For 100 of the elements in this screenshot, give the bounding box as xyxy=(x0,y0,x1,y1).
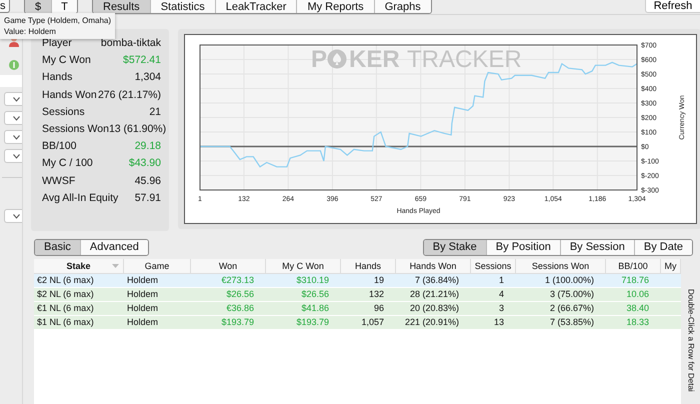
stat-value: 29.18 xyxy=(134,140,161,152)
stat-label: Avg All-In Equity xyxy=(42,192,118,204)
stat-label: BB/100 xyxy=(42,140,76,152)
tab[interactable]: Results xyxy=(93,0,150,13)
dropdown[interactable] xyxy=(4,209,22,223)
column-header[interactable]: Game xyxy=(124,259,191,273)
table-cell-text: €273.13 xyxy=(220,274,255,287)
chevron-icon xyxy=(13,154,20,158)
table-cell-text: €36.86 xyxy=(225,302,255,315)
stat-value: bomba-tiktak xyxy=(100,37,161,49)
table-cell-text: $310.19 xyxy=(295,274,330,287)
grouping-tab[interactable]: By Date xyxy=(634,240,692,255)
table-cell-text: 1 xyxy=(498,274,505,287)
sort-icon xyxy=(112,264,119,268)
table-cell-text: 7 (53.85%) xyxy=(548,316,595,329)
stat-label: Sessions Won xyxy=(42,122,109,135)
dropdown[interactable] xyxy=(4,130,22,144)
stat-label: Hands Won xyxy=(42,88,97,101)
column-header[interactable]: Won xyxy=(191,259,266,273)
stat-value: $43.90 xyxy=(128,157,161,170)
chevron-icon xyxy=(13,116,20,120)
table-row[interactable]: $2 NL (6 max) Holdem $26.56 $26.56 132 28 (21.21%) 4 3 (75.00%) 10.06 xyxy=(34,288,681,301)
tooltip-text: Value: Holdem xyxy=(4,26,57,37)
table-cell-text: $41.86 xyxy=(300,302,330,315)
table-cell-text: 718.76 xyxy=(620,274,650,287)
stat-value: 13 (61.90%) xyxy=(108,122,166,135)
table-cell-text: Holdem xyxy=(126,274,160,287)
view-toggle[interactable]: Basic xyxy=(35,240,80,255)
stat-value: 57.91 xyxy=(134,192,161,204)
stat-label: My C Won xyxy=(42,54,91,66)
tab[interactable]: My Reports xyxy=(296,0,374,13)
stat-value: 276 (21.17%) xyxy=(98,88,161,101)
chevron-icon xyxy=(13,214,20,218)
table-cell-text: 1 (100.00%) xyxy=(544,274,595,287)
table-cell-text: $26.56 xyxy=(300,288,330,301)
table-cell-text: 221 (20.91%) xyxy=(404,316,460,329)
table-cell-text: 3 xyxy=(498,302,505,315)
stat-value: $572.41 xyxy=(123,54,161,66)
toolbar-button[interactable]: s xyxy=(0,0,10,13)
table-cell-text: 19 xyxy=(372,274,385,287)
table-cell-text: Holdem xyxy=(126,288,160,301)
tooltip-text: Game Type (Holdem, Omaha) xyxy=(4,15,112,26)
table-cell-text: 38.40 xyxy=(625,302,650,315)
tab[interactable]: Statistics xyxy=(150,0,215,13)
table-cell-text: 132 xyxy=(368,288,385,301)
table-cell-text: 13 xyxy=(492,316,505,329)
stat-value: 1,304 xyxy=(134,71,161,84)
table-cell-text: 20 (20.83%) xyxy=(408,302,460,315)
dropdown[interactable] xyxy=(4,111,22,125)
dropdown[interactable] xyxy=(4,149,22,163)
stat-value: 21 xyxy=(149,106,161,118)
stat-label: Hands xyxy=(42,71,72,84)
table-row[interactable]: $1 NL (6 max) Holdem $193.79 $193.79 1,057 221 (20.91%) 13 7 (53.85%) 18.33 xyxy=(34,316,681,329)
table-cell-text: €1 NL (6 max) xyxy=(36,302,95,315)
table-cell-text: Holdem xyxy=(126,302,160,315)
column-header[interactable]: BB/100 xyxy=(606,259,661,273)
grouping-tab[interactable]: By Position xyxy=(486,240,560,255)
table-cell-text: $2 NL (6 max) xyxy=(36,288,95,301)
tab[interactable]: LeakTracker xyxy=(214,0,296,13)
table-cell-text: 1,057 xyxy=(360,316,385,329)
column-header[interactable]: Sessions Won xyxy=(516,259,606,273)
table-cell-text: 2 (66.67%) xyxy=(548,302,595,315)
spade-icon xyxy=(328,50,346,68)
table-cell-text: 3 (75.00%) xyxy=(548,288,595,301)
table-cell-text: $193.79 xyxy=(220,316,255,329)
chevron-icon xyxy=(13,134,20,140)
table-cell-text: 4 xyxy=(498,288,505,301)
table-row[interactable]: €2 NL (6 max) Holdem €273.13 $310.19 19 7 (36.84%) 1 1 (100.00%) 718.76 xyxy=(34,274,681,287)
tab[interactable]: Graphs xyxy=(374,0,431,13)
view-toggle[interactable]: Advanced xyxy=(80,240,148,255)
table-cell-text: $193.79 xyxy=(295,316,330,329)
table-cell-text: 7 (36.84%) xyxy=(414,274,460,287)
stat-label: Sessions xyxy=(42,106,85,118)
hint-text: Double-Click a Row for Detai xyxy=(686,289,696,392)
currency-toggle[interactable]: $ xyxy=(25,0,51,13)
table-cell-text: 28 (21.21%) xyxy=(408,288,460,301)
table-row[interactable]: €1 NL (6 max) Holdem €36.86 $41.86 96 20 (20.83%) 3 2 (66.67%) 38.40 xyxy=(34,302,681,315)
chevron-icon xyxy=(13,96,20,102)
table-cell-text: $26.56 xyxy=(225,288,255,301)
stat-value: 45.96 xyxy=(134,174,161,186)
column-header[interactable]: Stake xyxy=(34,259,124,273)
dropdown[interactable] xyxy=(4,92,22,106)
table-cell-text: 18.33 xyxy=(625,316,650,329)
column-header[interactable]: My C Won xyxy=(266,259,341,273)
grouping-tab[interactable]: By Stake xyxy=(424,240,486,255)
table-cell-text: Holdem xyxy=(126,316,160,329)
stat-label: Player xyxy=(42,37,72,49)
table-cell-text: 10.06 xyxy=(625,288,650,301)
column-header[interactable]: Hands xyxy=(341,259,396,273)
table-cell-text: 96 xyxy=(372,302,385,315)
column-header[interactable]: Hands Won xyxy=(396,259,471,273)
column-header[interactable]: Sessions xyxy=(471,259,516,273)
table-cell-text: €2 NL (6 max) xyxy=(36,274,95,287)
stat-label: My C / 100 xyxy=(42,157,93,170)
refresh-button[interactable]: Refresh xyxy=(645,0,700,13)
input-field[interactable] xyxy=(0,75,22,87)
currency-toggle[interactable]: T xyxy=(51,0,77,13)
stat-label: WWSF xyxy=(42,174,76,186)
grouping-tab[interactable]: By Session xyxy=(560,240,634,255)
table-cell-text: $1 NL (6 max) xyxy=(36,316,95,329)
